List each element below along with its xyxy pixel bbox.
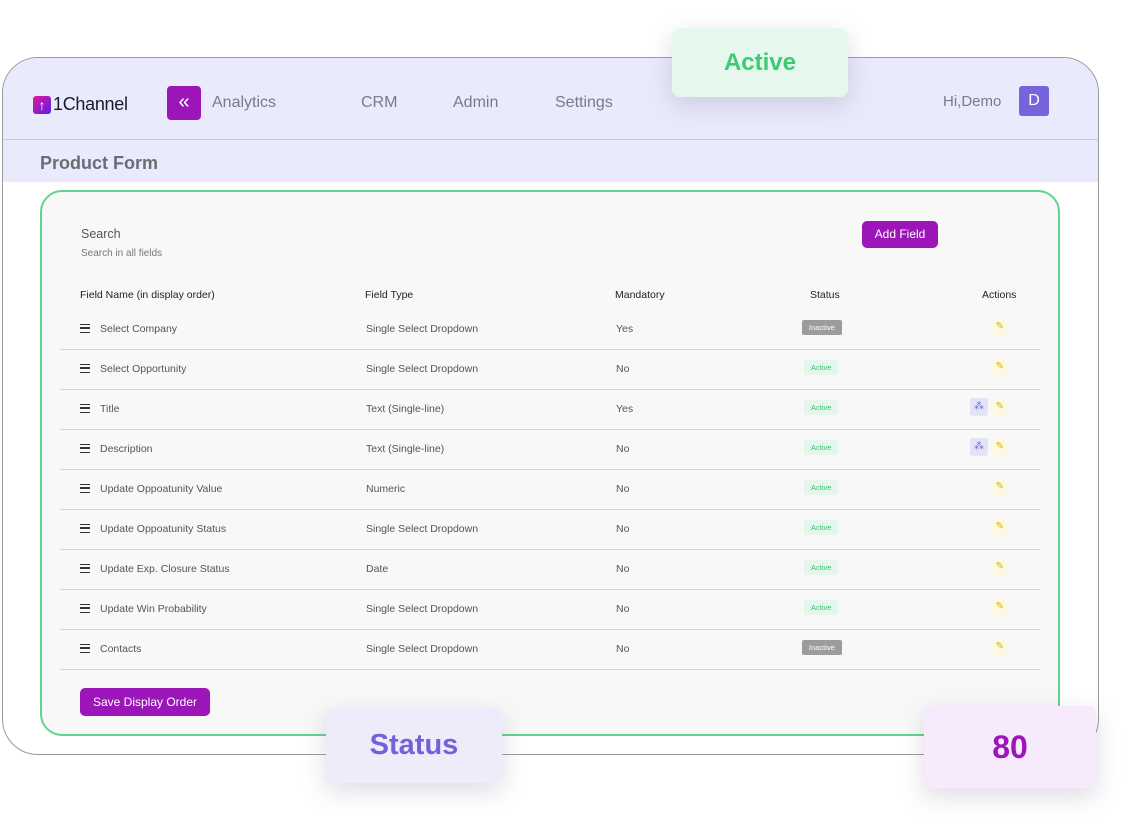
- column-header-field-name: Field Name (in display order): [80, 289, 215, 301]
- user-avatar[interactable]: D: [1019, 86, 1049, 116]
- field-type: Single Select Dropdown: [366, 323, 479, 335]
- field-mandatory: Yes: [616, 403, 634, 415]
- pencil-icon[interactable]: ✎: [992, 359, 1008, 375]
- drag-handle-icon[interactable]: [80, 444, 90, 453]
- table-row[interactable]: Update Win Probability Single Select Drop…: [60, 590, 1040, 630]
- drag-handle-icon[interactable]: [80, 364, 90, 373]
- column-header-status: Status: [810, 289, 840, 301]
- status-badge-active[interactable]: Active: [804, 480, 839, 495]
- status-badge-inactive[interactable]: Inactive: [802, 320, 842, 335]
- field-mandatory: No: [616, 643, 630, 655]
- field-mandatory: No: [616, 523, 630, 535]
- page-title: Product Form: [40, 153, 159, 173]
- search-hint: Search in all fields: [81, 248, 163, 259]
- status-badge-active[interactable]: Active: [804, 600, 839, 615]
- field-type: Date: [366, 563, 389, 575]
- add-field-button[interactable]: Add Field: [862, 221, 938, 248]
- nav-item-admin[interactable]: Admin: [453, 94, 498, 112]
- status-callout-card: Status: [326, 708, 502, 783]
- field-name: Contacts: [100, 643, 142, 655]
- pencil-icon[interactable]: ✎: [992, 599, 1008, 615]
- field-type: Numeric: [366, 483, 406, 495]
- drag-handle-icon[interactable]: [80, 484, 90, 493]
- pencil-icon[interactable]: ✎: [992, 639, 1008, 655]
- field-name: Update Win Probability: [100, 603, 207, 615]
- value-callout-card: 80: [924, 706, 1096, 788]
- save-display-order-button[interactable]: Save Display Order: [80, 688, 210, 716]
- table-row[interactable]: Contacts Single Select Dropdown No Inactive…: [60, 630, 1040, 670]
- user-greeting: Hi,Demo: [943, 93, 1002, 110]
- column-header-field-type: Field Type: [365, 289, 414, 301]
- status-badge-active[interactable]: Active: [804, 400, 839, 415]
- drag-handle-icon[interactable]: [80, 604, 90, 613]
- status-badge-active[interactable]: Active: [804, 520, 839, 535]
- table-row[interactable]: Title Text (Single-line) Yes Active ⁂ ✎: [60, 390, 1040, 430]
- table-row[interactable]: Select Opportunity Single Select Dropdown…: [60, 350, 1040, 390]
- field-type: Text (Single-line): [366, 443, 445, 455]
- drag-handle-icon[interactable]: [80, 404, 90, 413]
- pencil-icon[interactable]: ✎: [992, 439, 1008, 455]
- column-header-actions: Actions: [982, 289, 1017, 301]
- nav-item-crm[interactable]: CRM: [361, 94, 397, 112]
- table-row[interactable]: Update Oppoatunity Value Numeric No Active ✎: [60, 470, 1040, 510]
- form-fields-panel: Search Search in all fields Add Field Fi…: [40, 190, 1060, 736]
- search-label[interactable]: Search: [81, 227, 121, 241]
- status-badge-active[interactable]: Active: [804, 560, 839, 575]
- nav-item-analytics[interactable]: Analytics: [212, 94, 276, 112]
- table-row[interactable]: Update Oppoatunity Status Single Select D…: [60, 510, 1040, 550]
- pencil-icon[interactable]: ✎: [992, 559, 1008, 575]
- field-mandatory: Yes: [616, 323, 634, 335]
- nav-item-settings[interactable]: Settings: [555, 94, 613, 112]
- field-mandatory: No: [616, 443, 630, 455]
- field-type: Single Select Dropdown: [366, 643, 479, 655]
- options-icon[interactable]: ⁂: [970, 398, 988, 416]
- field-name: Description: [100, 443, 153, 455]
- table-row[interactable]: Select Company Single Select Dropdown Yes I…: [60, 310, 1040, 350]
- field-type: Text (Single-line): [366, 403, 445, 415]
- field-mandatory: No: [616, 483, 630, 495]
- page-header: Product Form: [3, 140, 1098, 182]
- active-callout-card: Active: [672, 28, 848, 97]
- field-name: Update Oppoatunity Value: [100, 483, 223, 495]
- field-mandatory: No: [616, 603, 630, 615]
- table-row[interactable]: Description Text (Single-line) No Active ⁂ ✎: [60, 430, 1040, 470]
- table-row[interactable]: Update Exp. Closure Status Date No Active ✎: [60, 550, 1040, 590]
- field-name: Update Oppoatunity Status: [100, 523, 227, 535]
- pencil-icon[interactable]: ✎: [992, 519, 1008, 535]
- status-badge-inactive[interactable]: Inactive: [802, 640, 842, 655]
- collapse-sidebar-button[interactable]: «: [167, 86, 201, 120]
- drag-handle-icon[interactable]: [80, 524, 90, 533]
- pencil-icon[interactable]: ✎: [992, 399, 1008, 415]
- field-name: Select Opportunity: [100, 363, 187, 375]
- field-type: Single Select Dropdown: [366, 603, 479, 615]
- field-name: Select Company: [100, 323, 178, 335]
- status-badge-active[interactable]: Active: [804, 440, 839, 455]
- drag-handle-icon[interactable]: [80, 644, 90, 653]
- pencil-icon[interactable]: ✎: [992, 319, 1008, 335]
- field-name: Title: [100, 403, 120, 415]
- field-mandatory: No: [616, 563, 630, 575]
- status-badge-active[interactable]: Active: [804, 360, 839, 375]
- top-navigation-bar: ↑ 1Channel « Analytics CRM Admin Setting…: [3, 58, 1098, 140]
- pencil-icon[interactable]: ✎: [992, 479, 1008, 495]
- field-type: Single Select Dropdown: [366, 523, 479, 535]
- options-icon[interactable]: ⁂: [970, 438, 988, 456]
- field-type: Single Select Dropdown: [366, 363, 479, 375]
- column-header-mandatory: Mandatory: [615, 289, 665, 301]
- brand-logo[interactable]: ↑ 1Channel: [33, 94, 128, 115]
- field-name: Update Exp. Closure Status: [100, 563, 230, 575]
- logo-mark-icon: ↑: [33, 95, 51, 114]
- drag-handle-icon[interactable]: [80, 564, 90, 573]
- field-mandatory: No: [616, 363, 630, 375]
- logo-text: 1Channel: [53, 94, 128, 114]
- drag-handle-icon[interactable]: [80, 324, 90, 333]
